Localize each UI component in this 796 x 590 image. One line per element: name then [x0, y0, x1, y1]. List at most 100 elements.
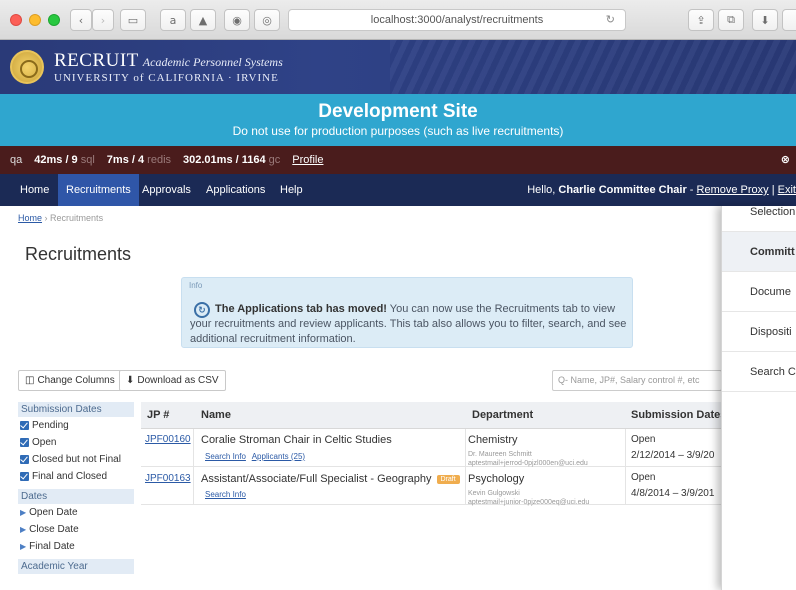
search-input[interactable]: Q- Name, JP#, Salary control #, etc: [552, 370, 722, 391]
jp-link[interactable]: JPF00163: [145, 473, 191, 484]
brand-title[interactable]: RECRUIT Academic Personnel Systems: [54, 50, 283, 72]
download-icon: ⬇: [126, 375, 135, 386]
forward-icon[interactable]: ›: [92, 9, 114, 31]
jp-link[interactable]: JPF00160: [145, 434, 191, 445]
recruitment-name: Assistant/Associate/Full Specialist - Ge…: [201, 473, 460, 485]
submission-status: Open: [631, 434, 656, 445]
dev-site-banner: Development Site Do not use for producti…: [0, 94, 796, 146]
info-alert: Info ↻ The Applications tab has moved! Y…: [181, 277, 633, 348]
remove-proxy-link[interactable]: Remove Proxy: [697, 184, 769, 196]
filter-sidebar: Submission Dates Pending Open Closed but…: [18, 402, 134, 574]
nav-home[interactable]: Home: [12, 174, 57, 206]
table-row: JPF00160 Coralie Stroman Chair in Celtic…: [141, 429, 721, 467]
sidebar-icon[interactable]: ▭: [120, 9, 146, 31]
share-icon[interactable]: ⇪: [688, 9, 714, 31]
dev-banner-subtitle: Do not use for production purposes (such…: [232, 124, 564, 138]
nav-applications[interactable]: Applications: [198, 174, 273, 206]
department-name: Psychology: [468, 473, 525, 485]
col-department[interactable]: Department: [472, 409, 533, 421]
draft-badge: Draft: [436, 475, 460, 484]
nav-approvals[interactable]: Approvals: [134, 174, 199, 206]
reload-icon[interactable]: ↻: [606, 13, 615, 26]
page-title: Recruitments: [25, 244, 132, 264]
user-name: Charlie Committee Chair: [558, 184, 687, 196]
panel-item-committee[interactable]: Committ: [722, 232, 796, 272]
breadcrumb-home[interactable]: Home: [18, 213, 42, 223]
checkbox-icon[interactable]: [20, 472, 29, 481]
columns-icon: ◫: [25, 375, 35, 386]
caret-right-icon: ▶: [20, 525, 27, 534]
checkbox-icon[interactable]: [20, 455, 29, 464]
breadcrumb-current: Recruitments: [50, 213, 104, 223]
row-links: Search Info: [205, 490, 250, 499]
filter-final-closed[interactable]: Final and Closed: [18, 468, 134, 485]
caret-right-icon: ▶: [20, 542, 27, 551]
redis-stat: 7ms / 4 redis: [106, 154, 172, 166]
table-row: JPF00163 Assistant/Associate/Full Specia…: [141, 467, 721, 506]
zoom-window-button[interactable]: [48, 14, 60, 26]
caret-right-icon: ▶: [20, 508, 27, 517]
contact-email: aptestmail+junior-0pjze000eq@uci.edu: [468, 499, 590, 506]
submission-date-range: 4/8/2014 – 3/9/201: [631, 488, 715, 499]
sql-stat: 42ms / 9 sql: [34, 154, 95, 166]
col-jp[interactable]: JP #: [147, 409, 169, 421]
filter-close-date[interactable]: ▶ Close Date: [18, 521, 134, 538]
col-name[interactable]: Name: [201, 409, 231, 421]
filter-open[interactable]: Open: [18, 434, 134, 451]
env-label: qa: [10, 154, 23, 166]
url-text: localhost:3000/analyst/recruitments: [370, 14, 544, 26]
col-submission-dates[interactable]: Submission Dates: [631, 409, 726, 421]
user-greeting: Hello, Charlie Committee Chair - Remove …: [527, 184, 796, 196]
panel-item-selection[interactable]: Selection: [722, 206, 796, 232]
info-extension-icon[interactable]: ◉: [224, 9, 250, 31]
exit-link[interactable]: Exit: [778, 184, 796, 196]
panel-item-disposition[interactable]: Dispositi: [722, 312, 796, 352]
checkbox-icon[interactable]: [20, 421, 29, 430]
change-columns-button[interactable]: ◫ Change Columns: [18, 370, 122, 391]
search-info-link[interactable]: Search Info: [205, 452, 246, 461]
download-icon[interactable]: ⬇: [752, 9, 778, 31]
filter-academic-year-heading: Academic Year: [18, 559, 134, 574]
address-bar[interactable]: localhost:3000/analyst/recruitments ↻: [288, 9, 626, 31]
extension-icon[interactable]: ▲: [190, 9, 216, 31]
row-links: Search Info Applicants (25): [205, 452, 309, 461]
tabs-icon[interactable]: ⧉: [718, 9, 744, 31]
panel-item-search-committee[interactable]: Search C: [722, 352, 796, 392]
minimize-window-button[interactable]: [29, 14, 41, 26]
uc-seal-logo: [10, 50, 44, 84]
side-panel: Selection Committ Docume Dispositi Searc…: [721, 206, 796, 590]
filter-pending[interactable]: Pending: [18, 417, 134, 434]
brand-main: RECRUIT: [54, 50, 139, 71]
recruitment-name: Coralie Stroman Chair in Celtic Studies: [201, 434, 392, 446]
back-icon[interactable]: ‹: [70, 9, 92, 31]
table-header: JP # Name Department Submission Dates: [141, 402, 726, 429]
filter-final-date[interactable]: ▶ Final Date: [18, 538, 134, 555]
browser-toolbar: ‹ › ▭ a ▲ ◉ ◎ localhost:3000/analyst/rec…: [0, 0, 796, 40]
filter-open-date[interactable]: ▶ Open Date: [18, 504, 134, 521]
profiler-bar: qa 42ms / 9 sql 7ms / 4 redis 302.01ms /…: [0, 146, 796, 174]
recruitments-table: JP # Name Department Submission Dates JP…: [141, 402, 726, 506]
submission-date-range: 2/12/2014 – 3/9/20: [631, 450, 715, 461]
overflow-icon[interactable]: [782, 9, 796, 31]
checkbox-icon[interactable]: [20, 438, 29, 447]
brand-subtitle: Academic Personnel Systems: [142, 55, 283, 69]
close-window-button[interactable]: [10, 14, 22, 26]
panel-item-documents[interactable]: Docume: [722, 272, 796, 312]
search-info-link[interactable]: Search Info: [205, 490, 246, 499]
filter-dates-heading: Dates: [18, 489, 134, 504]
site-header: RECRUIT Academic Personnel Systems UNIVER…: [0, 40, 796, 94]
close-profiler-icon[interactable]: ⊗: [781, 153, 790, 166]
filter-submission-dates-heading: Submission Dates: [18, 402, 134, 417]
applicants-link[interactable]: Applicants (25): [252, 452, 305, 461]
nav-help[interactable]: Help: [272, 174, 311, 206]
profile-link[interactable]: Profile: [292, 154, 323, 166]
breadcrumb: Home › Recruitments: [18, 213, 104, 223]
amazon-icon[interactable]: a: [160, 9, 186, 31]
nav-recruitments[interactable]: Recruitments: [58, 174, 139, 206]
submission-status: Open: [631, 472, 656, 483]
filter-closed-not-final[interactable]: Closed but not Final: [18, 451, 134, 468]
dev-banner-title: Development Site: [318, 101, 478, 122]
download-csv-button[interactable]: ⬇ Download as CSV: [119, 370, 226, 391]
shield-extension-icon[interactable]: ◎: [254, 9, 280, 31]
department-name: Chemistry: [468, 434, 518, 446]
